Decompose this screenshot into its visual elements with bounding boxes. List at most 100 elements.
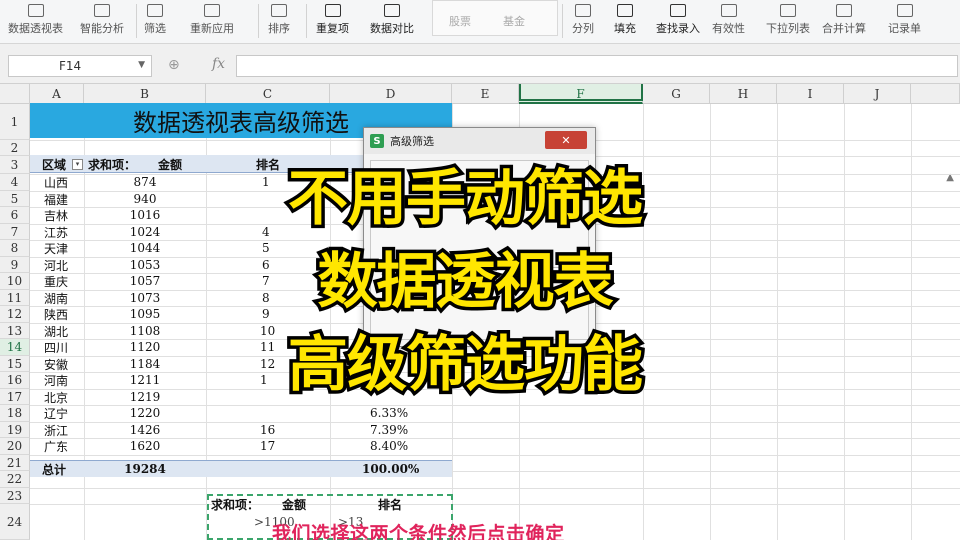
- data-type-gallery[interactable]: 股票 基金: [432, 0, 558, 36]
- column-header[interactable]: D: [330, 84, 452, 104]
- amount-cell[interactable]: 1620: [84, 438, 206, 454]
- region-cell[interactable]: 浙江: [44, 422, 68, 438]
- amount-cell[interactable]: 1057: [84, 273, 206, 289]
- name-box[interactable]: F14 ▼: [8, 55, 152, 77]
- amount-cell[interactable]: 1426: [84, 422, 206, 438]
- column-header[interactable]: A: [30, 84, 84, 104]
- region-cell[interactable]: 河北: [44, 257, 68, 273]
- row-header[interactable]: 14: [0, 339, 30, 356]
- region-cell[interactable]: 吉林: [44, 207, 68, 223]
- select-all-corner[interactable]: [0, 84, 30, 104]
- row-header[interactable]: 8: [0, 240, 30, 257]
- row-header[interactable]: 7: [0, 224, 30, 240]
- row-header[interactable]: 6: [0, 207, 30, 224]
- fund-label[interactable]: 基金: [503, 13, 525, 29]
- dropdown-list-button[interactable]: 下拉列表: [766, 0, 810, 40]
- row-header[interactable]: 11: [0, 290, 30, 306]
- stock-label[interactable]: 股票: [449, 13, 471, 29]
- region-cell[interactable]: 河南: [44, 372, 68, 388]
- region-cell[interactable]: 北京: [44, 389, 68, 405]
- duplicates-button[interactable]: 重复项: [316, 0, 349, 40]
- row-header[interactable]: 22: [0, 471, 30, 488]
- row-header[interactable]: 4: [0, 174, 30, 191]
- consolidate-button[interactable]: 合并计算: [822, 0, 866, 40]
- row-header[interactable]: 10: [0, 273, 30, 290]
- reapply-button[interactable]: 重新应用: [190, 0, 234, 40]
- total-label[interactable]: 总计: [42, 461, 66, 477]
- row-header[interactable]: 17: [0, 389, 30, 405]
- column-header[interactable]: J: [844, 84, 911, 104]
- row-header[interactable]: 20: [0, 438, 30, 455]
- criteria-amount-header[interactable]: 金额: [282, 495, 306, 513]
- region-cell[interactable]: 四川: [44, 339, 68, 355]
- amount-cell[interactable]: 1095: [84, 306, 206, 322]
- rank-cell[interactable]: 16: [260, 422, 275, 438]
- region-cell[interactable]: 广东: [44, 438, 68, 454]
- criteria-rank-header[interactable]: 排名: [378, 495, 402, 513]
- lookup-entry-button[interactable]: 查找录入: [656, 0, 700, 40]
- percent-cell[interactable]: 7.39%: [370, 422, 408, 438]
- row-header[interactable]: 24: [0, 504, 30, 540]
- column-header[interactable]: B: [84, 84, 206, 104]
- row-header[interactable]: 15: [0, 356, 30, 372]
- pivot-table-button[interactable]: 数据透视表: [8, 0, 63, 40]
- smart-analysis-button[interactable]: 智能分析: [80, 0, 124, 40]
- percent-cell[interactable]: 6.33%: [370, 405, 408, 421]
- row-header[interactable]: 19: [0, 422, 30, 438]
- amount-cell[interactable]: 1220: [84, 405, 206, 421]
- chevron-down-icon[interactable]: ▼: [138, 60, 145, 70]
- header-region[interactable]: 区域: [42, 156, 66, 173]
- column-header[interactable]: C: [206, 84, 330, 104]
- column-header[interactable]: [911, 84, 960, 104]
- row-header[interactable]: 23: [0, 488, 30, 504]
- row-header[interactable]: 3: [0, 156, 30, 174]
- row-header[interactable]: 16: [0, 372, 30, 389]
- column-header[interactable]: I: [777, 84, 844, 104]
- amount-cell[interactable]: 1211: [84, 372, 206, 388]
- row-header[interactable]: 2: [0, 140, 30, 156]
- row-header[interactable]: 21: [0, 455, 30, 471]
- amount-cell[interactable]: 940: [84, 191, 206, 207]
- criteria-sum-header[interactable]: 求和项：: [211, 495, 259, 513]
- region-cell[interactable]: 陕西: [44, 306, 68, 322]
- row-header[interactable]: 13: [0, 323, 30, 339]
- amount-cell[interactable]: 1024: [84, 224, 206, 240]
- amount-cell[interactable]: 1120: [84, 339, 206, 355]
- region-cell[interactable]: 重庆: [44, 273, 68, 289]
- zoom-icon[interactable]: ⊕: [168, 57, 180, 73]
- amount-cell[interactable]: 874: [84, 174, 206, 190]
- region-cell[interactable]: 江苏: [44, 224, 68, 240]
- data-compare-button[interactable]: 数据对比: [370, 0, 414, 40]
- filter-button[interactable]: 筛选: [144, 0, 166, 40]
- amount-cell[interactable]: 1184: [84, 356, 206, 372]
- region-cell[interactable]: 天津: [44, 240, 68, 256]
- filter-dropdown-icon[interactable]: ▾: [72, 159, 83, 170]
- formula-input[interactable]: [236, 55, 958, 77]
- row-header[interactable]: 18: [0, 405, 30, 422]
- row-header[interactable]: 5: [0, 191, 30, 207]
- amount-cell[interactable]: 1108: [84, 323, 206, 339]
- region-cell[interactable]: 湖南: [44, 290, 68, 306]
- region-cell[interactable]: 辽宁: [44, 405, 68, 421]
- region-cell[interactable]: 湖北: [44, 323, 68, 339]
- total-percent[interactable]: 100.00%: [362, 461, 419, 477]
- rank-cell[interactable]: 17: [260, 438, 275, 454]
- row-header[interactable]: 9: [0, 257, 30, 273]
- amount-cell[interactable]: 1219: [84, 389, 206, 405]
- close-button[interactable]: ✕: [545, 131, 587, 149]
- region-cell[interactable]: 山西: [44, 174, 68, 190]
- column-header[interactable]: H: [710, 84, 777, 104]
- region-cell[interactable]: 安徽: [44, 356, 68, 372]
- row-header[interactable]: 12: [0, 306, 30, 323]
- amount-cell[interactable]: 1016: [84, 207, 206, 223]
- amount-cell[interactable]: 1044: [84, 240, 206, 256]
- total-amount[interactable]: 19284: [84, 461, 206, 477]
- percent-cell[interactable]: 8.40%: [370, 438, 408, 454]
- fill-button[interactable]: 填充: [614, 0, 636, 40]
- header-amount[interactable]: 金额: [158, 156, 182, 173]
- region-cell[interactable]: 福建: [44, 191, 68, 207]
- amount-cell[interactable]: 1073: [84, 290, 206, 306]
- dialog-titlebar[interactable]: S 高级筛选 ✕: [364, 128, 595, 154]
- row-header[interactable]: 1: [0, 104, 30, 140]
- sort-button[interactable]: 排序: [268, 0, 290, 40]
